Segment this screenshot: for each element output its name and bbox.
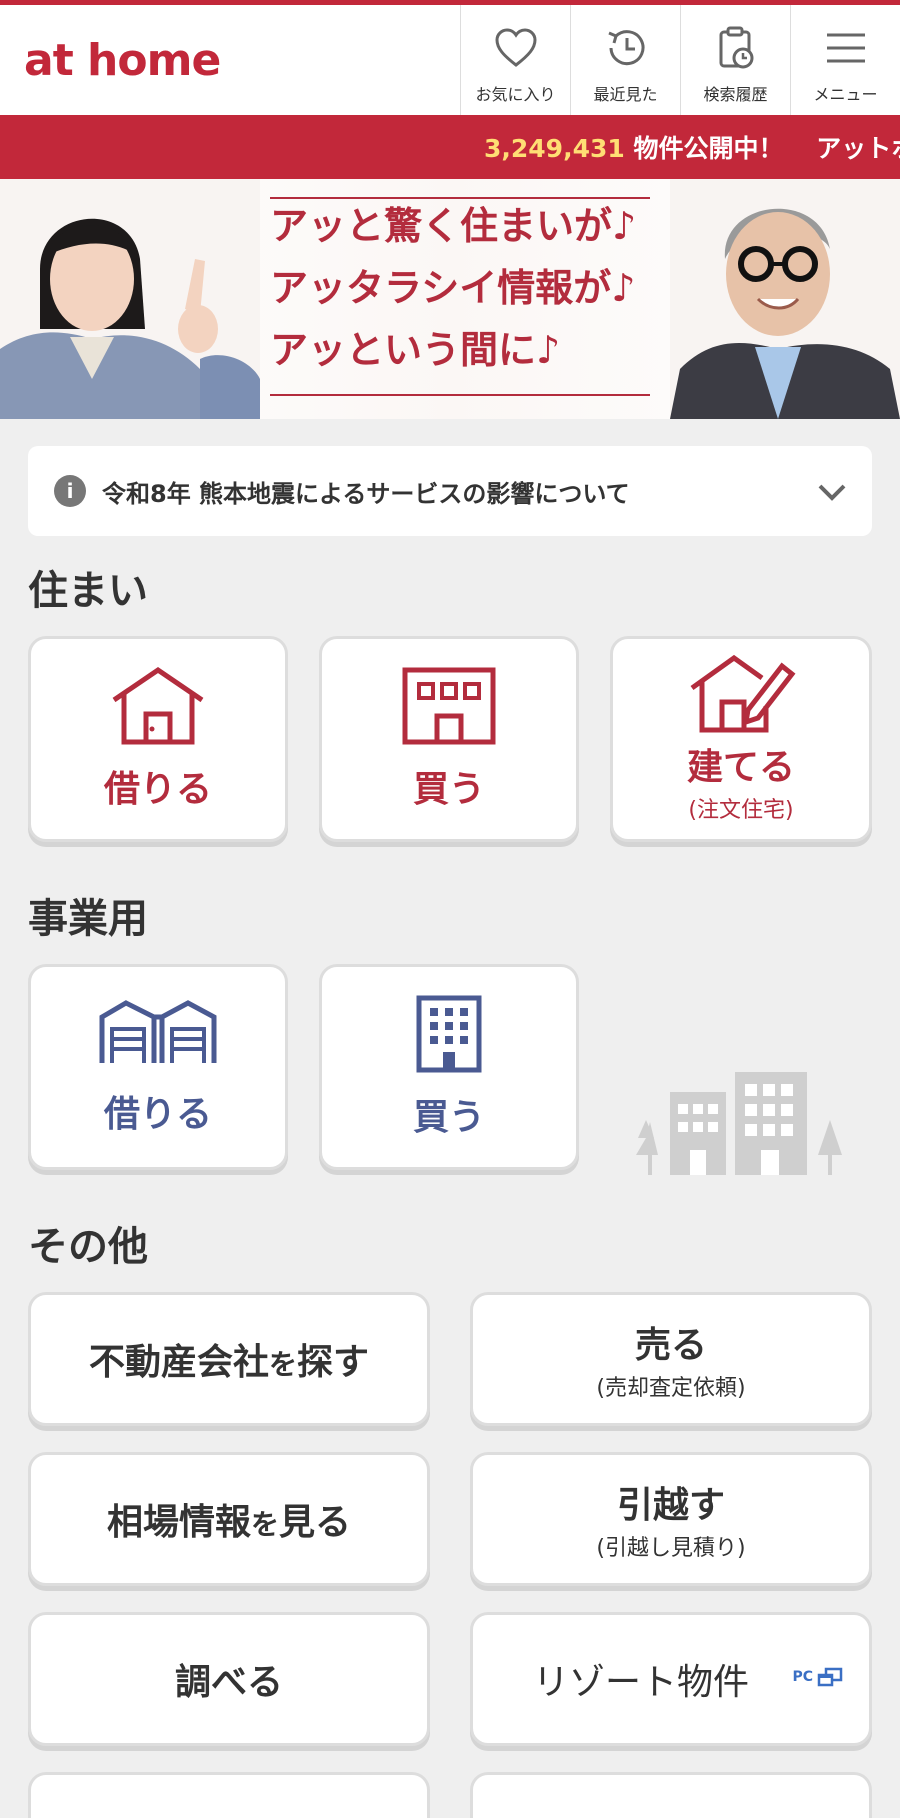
banner-rule-top [270,197,650,199]
housing-build-label: 建てる [686,747,795,788]
sell-sublabel: (売却査定依頼) [596,1376,746,1401]
housing-rent-label: 借りる [103,769,212,810]
heart-icon [494,28,537,67]
banner-line-3: アッという間に♪ [270,327,561,372]
pc-badge-text: PC [792,1669,813,1685]
more-card-right[interactable] [470,1772,872,1818]
hamburger-menu-icon [826,33,865,63]
market-info-label-particle: を [250,1508,279,1541]
resort-property-card[interactable]: リゾート物件 PC [470,1612,872,1746]
find-agency-label: 不動産会社を探す [89,1333,369,1385]
sell-label: 売る [634,1325,707,1366]
listing-count: 3,249,431 [484,134,625,163]
nav-menu-label: メニュー [813,85,878,104]
moving-sublabel: (引越し見積り) [596,1536,746,1561]
header-nav: お気に入り 最近見た 検索履歴 メニュー [460,5,900,115]
section-title-housing: 住まい [28,568,148,614]
nav-search-history-label: 検索履歴 [703,85,768,104]
housing-buy-label: 買う [412,769,485,810]
nav-search-history[interactable]: 検索履歴 [680,5,790,115]
moving-card[interactable]: 引越す (引越し見積り) [470,1452,872,1586]
research-label: 調べる [174,1662,283,1703]
external-window-icon [817,1667,843,1687]
promo-banner[interactable]: アッと驚く住まいが♪ アッタラシイ情報が♪ アッという間に♪ [0,179,900,419]
clipboard-clock-icon [719,26,753,69]
ticker-text: 物件公開中！ [633,134,784,163]
resort-property-label: リゾート物件 [532,1662,749,1703]
history-clock-icon [607,30,644,66]
business-rent-card[interactable]: 借りる [28,964,288,1170]
sell-card[interactable]: 売る (売却査定依頼) [470,1292,872,1426]
section-title-business: 事業用 [28,896,148,942]
athome-logo[interactable]: at home [24,35,221,86]
business-buy-card[interactable]: 買う [319,964,579,1170]
market-info-label-end: 見る [279,1502,352,1543]
find-agency-label-particle: を [268,1348,297,1381]
site-header: at home お気に入り 最近見た 検索履歴 メニュー [0,5,900,115]
house-pencil-icon [690,654,796,733]
nav-favorites-label: お気に入り [475,85,556,104]
pc-external-link-badge: PC [792,1667,843,1687]
nav-menu[interactable]: メニュー [790,5,900,115]
find-agency-card[interactable]: 不動産会社を探す [28,1292,430,1426]
research-card[interactable]: 調べる [28,1612,430,1746]
listing-count-ticker: 3,249,431 物件公開中！ アットホ [0,115,900,179]
housing-rent-card[interactable]: 借りる [28,636,288,842]
banner-line-2: アッタラシイ情報が♪ [270,265,636,310]
market-info-label: 相場情報を見る [107,1493,351,1545]
city-buildings-illustration [636,1072,842,1175]
info-icon: i [54,475,86,507]
banner-rule-bottom [270,394,650,396]
market-info-card[interactable]: 相場情報を見る [28,1452,430,1586]
section-title-other: その他 [28,1224,148,1270]
banner-person-left-image [0,179,260,419]
notice-text: 令和8年 熊本地震によるサービスの影響について [102,479,630,508]
chevron-down-icon [818,484,846,501]
banner-line-1: アッと驚く住まいが♪ [270,203,637,248]
nav-favorites[interactable]: お気に入り [460,5,570,115]
banner-person-right-image [670,179,900,419]
business-buy-label: 買う [412,1097,485,1138]
ticker-content: 3,249,431 物件公開中！ アットホ [484,129,900,165]
ticker-more-text: アットホ [816,134,900,163]
banner-copy: アッと驚く住まいが♪ アッタラシイ情報が♪ アッという間に♪ [270,195,670,381]
find-agency-label-end: 探す [297,1342,370,1383]
housing-buy-card[interactable]: 買う [319,636,579,842]
building-front-icon [402,667,496,745]
more-card-left[interactable] [28,1772,430,1818]
housing-build-card[interactable]: 建てる (注文住宅) [610,636,872,842]
business-rent-label: 借りる [103,1094,212,1135]
find-agency-label-main: 不動産会社 [88,1342,269,1383]
house-icon [112,666,204,745]
disaster-notice[interactable]: i 令和8年 熊本地震によるサービスの影響について [28,446,872,536]
nav-recently-viewed[interactable]: 最近見た [570,5,680,115]
market-info-label-main: 相場情報 [106,1502,251,1543]
warehouse-icon [99,1000,217,1063]
nav-recently-viewed-label: 最近見た [593,85,658,104]
housing-build-sublabel: (注文住宅) [688,798,794,823]
moving-label: 引越す [616,1485,725,1526]
office-building-icon [416,995,482,1073]
